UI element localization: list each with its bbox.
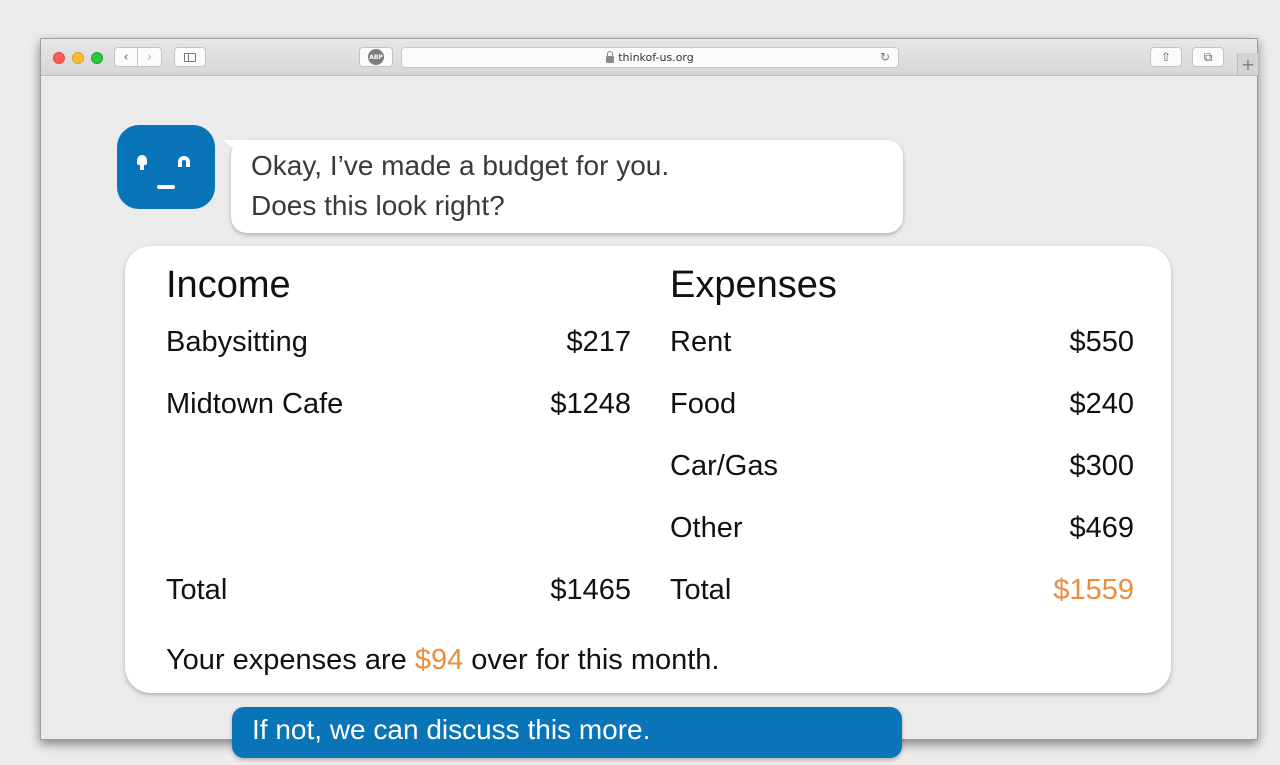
income-label: Midtown Cafe [166,388,344,420]
expenses-total-row: Total $1559 [670,570,1134,610]
expense-label: Rent [670,326,732,358]
lock-icon [606,50,615,63]
summary-prefix: Your expenses are [166,644,415,676]
share-button[interactable]: ⇧ [1150,47,1182,67]
bot-avatar [117,125,215,209]
bot-message-bubble: Okay, I’ve made a budget for you. Does t… [231,140,903,233]
zoom-window-button[interactable] [91,52,103,64]
close-window-button[interactable] [53,52,65,64]
expense-label: Other [670,512,743,544]
bot-message-line: Does this look right? [251,190,505,221]
expense-row: Rent $550 [670,322,1134,362]
browser-toolbar: ‹ › ABP thinkof-us.org ↻ ⇧ ⧉ + [41,39,1258,76]
sidebar-toggle-button[interactable] [174,47,206,67]
page-content: Okay, I’ve made a budget for you. Does t… [41,76,1257,758]
budget-card: Income Babysitting $217 Midtown Cafe $12… [125,246,1171,693]
expenses-title: Expenses [670,264,837,306]
bot-message-line: Okay, I’ve made a budget for you. [251,150,670,181]
forward-button[interactable]: › [138,47,162,67]
income-amount: $1248 [550,388,631,420]
income-total-amount: $1465 [550,574,631,606]
expense-amount: $550 [1069,326,1134,358]
address-bar[interactable]: thinkof-us.org ↻ [401,47,899,68]
expenses-total-label: Total [670,574,732,606]
expense-amount: $240 [1069,388,1134,420]
adblock-button[interactable]: ABP [359,47,393,67]
chevron-left-icon: ‹ [123,49,129,65]
bot-mouth [157,185,175,189]
sidebar-icon [184,52,196,62]
budget-summary: Your expenses are $94 over for this mont… [166,640,720,680]
income-label: Babysitting [166,326,308,358]
income-row: Midtown Cafe $1248 [166,384,631,424]
bot-eye-left [137,155,147,170]
chevron-right-icon: › [146,49,153,65]
income-amount: $217 [566,326,631,358]
bot-eye-right [178,156,190,167]
new-tab-button[interactable]: + [1237,53,1258,75]
show-tabs-button[interactable]: ⧉ [1192,47,1224,67]
expense-amount: $469 [1069,512,1134,544]
plus-icon: + [1241,54,1255,74]
expenses-total-amount: $1559 [1053,574,1134,606]
expense-label: Car/Gas [670,450,778,482]
expense-row: Food $240 [670,384,1134,424]
income-title: Income [166,264,291,306]
expense-row: Car/Gas $300 [670,446,1134,486]
expense-row: Other $469 [670,508,1134,548]
reload-icon[interactable]: ↻ [880,50,890,64]
income-row: Babysitting $217 [166,322,631,362]
browser-window: ‹ › ABP thinkof-us.org ↻ ⇧ ⧉ + Okay, I’v… [40,38,1258,758]
back-button[interactable]: ‹ [114,47,138,67]
summary-suffix: over for this month. [463,644,720,676]
summary-over-amount: $94 [414,644,464,676]
reply-option-label: If not, we can discuss this more. [252,714,651,745]
minimize-window-button[interactable] [72,52,84,64]
income-total-row: Total $1465 [166,570,631,610]
expense-amount: $300 [1069,450,1134,482]
adblock-icon: ABP [368,49,384,65]
share-icon: ⇧ [1160,50,1172,64]
tabs-icon: ⧉ [1203,49,1213,64]
income-total-label: Total [166,574,228,606]
expense-label: Food [670,388,737,420]
url-text: thinkof-us.org [618,51,694,64]
reply-option-button[interactable]: If not, we can discuss this more. [232,707,902,758]
